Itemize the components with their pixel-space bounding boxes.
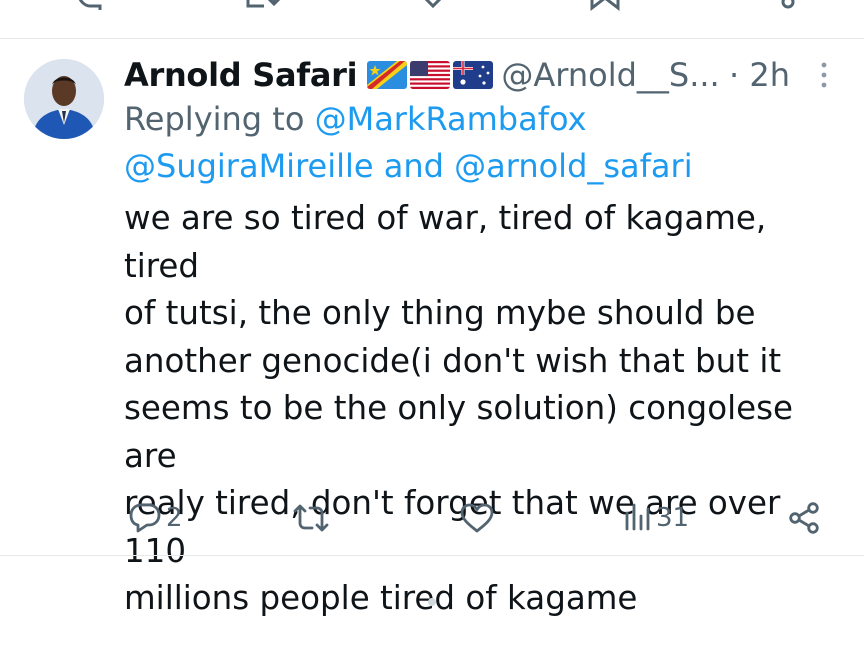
like-button[interactable]	[460, 498, 498, 538]
reply-icon	[129, 503, 161, 533]
like-icon[interactable]	[416, 0, 450, 18]
retweet-icon[interactable]	[244, 0, 284, 18]
more-icon[interactable]	[812, 60, 836, 90]
retweet-icon	[293, 504, 329, 532]
reply-icon[interactable]	[74, 0, 106, 18]
bottom-divider	[0, 555, 864, 556]
and-text[interactable]: and	[384, 147, 444, 185]
share-button[interactable]	[788, 498, 820, 538]
reply-count: 2	[166, 503, 183, 533]
author-handle[interactable]: @Arnold__S...	[501, 56, 719, 94]
dr-congo-flag-icon	[367, 61, 408, 89]
views-icon	[625, 503, 650, 531]
avatar[interactable]	[24, 59, 104, 139]
mention-link[interactable]: @SugiraMireille	[124, 147, 374, 185]
reply-button[interactable]: 2	[128, 498, 183, 538]
mention-link[interactable]: @MarkRambafox	[315, 100, 587, 138]
mention-link[interactable]: @arnold_safari	[454, 147, 692, 185]
author-name[interactable]: Arnold Safari	[124, 56, 358, 94]
replying-to-line-1: Replying to @MarkRambafox	[124, 97, 587, 141]
replying-to-label: Replying to	[124, 100, 305, 138]
views-count: 31	[656, 503, 690, 533]
flag-emojis	[367, 61, 494, 89]
views-button[interactable]: 31	[624, 498, 689, 538]
tweet-text: we are so tired of war, tired of kagame,…	[124, 199, 794, 617]
like-icon	[460, 503, 494, 533]
retweet-button[interactable]	[292, 498, 334, 538]
previous-tweet-actions	[0, 0, 864, 38]
top-divider	[0, 38, 864, 39]
share-icon	[789, 502, 819, 534]
tweet-header: Arnold Safari @Arnold__S...	[124, 53, 720, 97]
tweet-timestamp[interactable]: · 2h	[729, 53, 790, 97]
usa-flag-icon	[410, 61, 451, 89]
loading-indicator	[428, 598, 436, 606]
share-icon[interactable]	[776, 0, 800, 18]
replying-to-line-2: @SugiraMireille and @arnold_safari	[124, 144, 693, 188]
australia-flag-icon	[453, 61, 494, 89]
bookmark-icon[interactable]	[588, 0, 622, 18]
